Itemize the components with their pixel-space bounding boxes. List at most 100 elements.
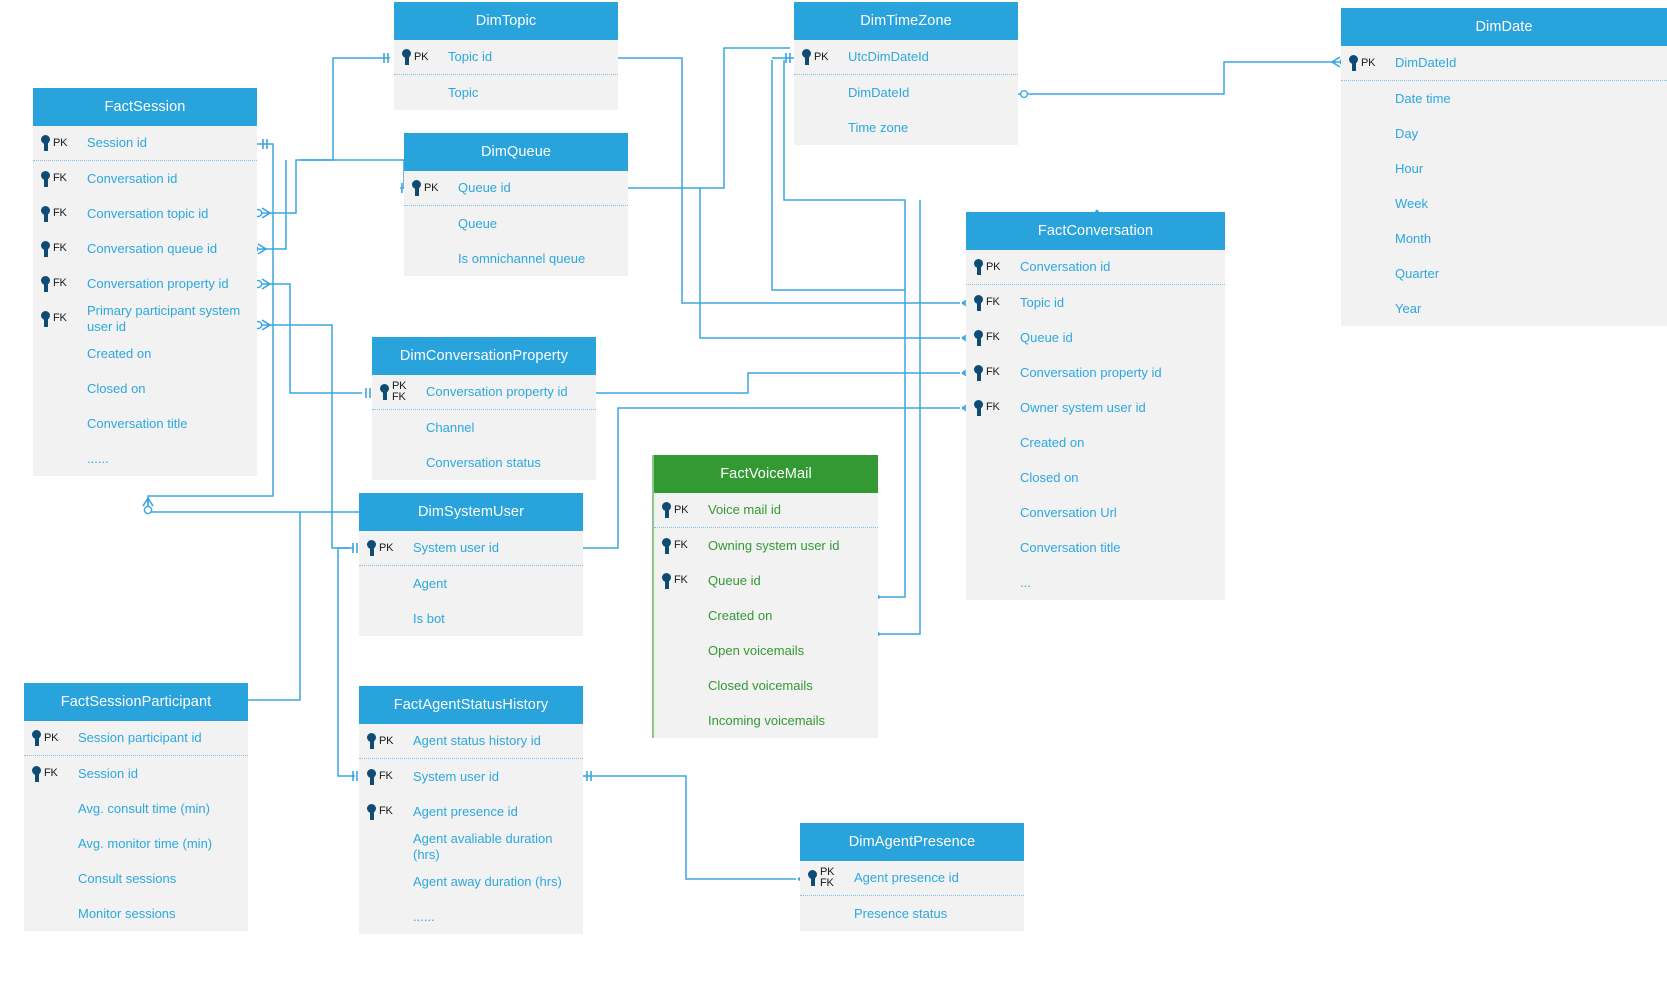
entity-dimdate[interactable]: DimDate PK DimDateId Date time Day Hour Week Mo…	[1341, 8, 1667, 326]
entity-factagentstatushistory[interactable]: FactAgentStatusHistory PK Agent status his…	[359, 686, 583, 934]
field-row[interactable]: FK Owning system user id	[654, 528, 878, 563]
field-row[interactable]: PK Session participant id	[24, 721, 248, 756]
field-row[interactable]: Hour	[1341, 151, 1667, 186]
field-row[interactable]: FK Primary participant system user id	[33, 301, 257, 336]
field-row[interactable]: PK UtcDimDateId	[794, 40, 1018, 75]
field-row[interactable]: Incoming voicemails	[654, 703, 878, 738]
field-row[interactable]: FK Conversation topic id	[33, 196, 257, 231]
field-ellipsis: ......	[87, 451, 109, 466]
field-row[interactable]: FK Agent presence id	[359, 794, 583, 829]
field-row[interactable]: PK Conversation id	[966, 250, 1225, 285]
field-row[interactable]: Avg. monitor time (min)	[24, 826, 248, 861]
field-row[interactable]: FK Conversation property id	[966, 355, 1225, 390]
entity-dimagentpresence[interactable]: DimAgentPresence PK FK Agent presence id Pre…	[800, 823, 1024, 931]
field-row[interactable]: FK System user id	[359, 759, 583, 794]
key-type-label: FK	[986, 296, 1000, 308]
field-row[interactable]: Date time	[1341, 81, 1667, 116]
field-name: Topic id	[1020, 294, 1065, 310]
field-name: Conversation property id	[426, 384, 568, 399]
key-cell: FK	[974, 364, 1020, 381]
field-row[interactable]: FK Queue id	[966, 320, 1225, 355]
entity-fields: PK Queue id Queue Is omnichannel queue	[404, 171, 628, 276]
key-cell: FK	[41, 205, 87, 222]
field-row[interactable]: FK Conversation queue id	[33, 231, 257, 266]
field-row[interactable]: PK FK Agent presence id	[800, 861, 1024, 896]
field-row[interactable]: Avg. consult time (min)	[24, 791, 248, 826]
key-icon	[1349, 55, 1360, 71]
field-row[interactable]: Is bot	[359, 601, 583, 636]
entity-fields: PK FK Agent presence id Presence status	[800, 861, 1024, 931]
field-row[interactable]: Conversation Url	[966, 495, 1225, 530]
field-ellipsis: ......	[413, 909, 435, 924]
field-row[interactable]: Agent	[359, 566, 583, 601]
key-type-label: PK	[674, 503, 689, 516]
field-row[interactable]: Agent avaliable duration (hrs)	[359, 829, 583, 864]
field-row[interactable]: Topic	[394, 75, 618, 110]
entity-title-dimtimezone: DimTimeZone	[794, 2, 1018, 40]
field-row[interactable]: Year	[1341, 291, 1667, 326]
field-row[interactable]: FK Owner system user id	[966, 390, 1225, 425]
key-cell: PK	[367, 540, 413, 556]
field-row[interactable]: Open voicemails	[654, 633, 878, 668]
field-row[interactable]: Closed voicemails	[654, 668, 878, 703]
field-row[interactable]: Conversation title	[966, 530, 1225, 565]
field-row[interactable]: DimDateId	[794, 75, 1018, 110]
field-row[interactable]: ......	[359, 899, 583, 934]
field-row[interactable]: Queue	[404, 206, 628, 241]
field-row[interactable]: FK Queue id	[654, 563, 878, 598]
field-row[interactable]: PK System user id	[359, 531, 583, 566]
key-cell: FK	[41, 275, 87, 292]
field-row[interactable]: PK Agent status history id	[359, 724, 583, 759]
field-row[interactable]: FK Conversation property id	[33, 266, 257, 301]
field-row[interactable]: ......	[33, 441, 257, 476]
entity-dimtimezone[interactable]: DimTimeZone PK UtcDimDateId DimDateId Time z…	[794, 2, 1018, 145]
field-row[interactable]: Conversation title	[33, 406, 257, 441]
key-icon	[802, 49, 813, 65]
field-row[interactable]: PK Topic id	[394, 40, 618, 75]
field-row[interactable]: PK FK Conversation property id	[372, 375, 596, 410]
field-row[interactable]: ...	[966, 565, 1225, 600]
field-row[interactable]: PK Voice mail id	[654, 493, 878, 528]
field-row[interactable]: Channel	[372, 410, 596, 445]
field-row[interactable]: Monitor sessions	[24, 896, 248, 931]
field-row[interactable]: Agent away duration (hrs)	[359, 864, 583, 899]
key-cell: FK	[41, 310, 87, 327]
entity-dimtopic[interactable]: DimTopic PK Topic id Topic	[394, 2, 618, 110]
field-row[interactable]: Closed on	[966, 460, 1225, 495]
field-row[interactable]: Is omnichannel queue	[404, 241, 628, 276]
entity-title-dimdate: DimDate	[1341, 8, 1667, 46]
field-row[interactable]: Created on	[966, 425, 1225, 460]
key-type-label: FK	[986, 366, 1000, 378]
key-cell: FK	[662, 572, 708, 589]
field-row[interactable]: Consult sessions	[24, 861, 248, 896]
entity-factsession[interactable]: FactSession PK Session id FK Conversation id…	[33, 88, 257, 476]
entity-title-dimqueue: DimQueue	[404, 133, 628, 171]
field-row[interactable]: PK Session id	[33, 126, 257, 161]
field-name: System user id	[413, 768, 499, 784]
entity-dimqueue[interactable]: DimQueue PK Queue id Queue Is omnichannel qu…	[404, 133, 628, 276]
field-row[interactable]: Presence status	[800, 896, 1024, 931]
entity-dimconversationproperty[interactable]: DimConversationProperty PK FK Conversation …	[372, 337, 596, 480]
field-name: DimDateId	[1395, 55, 1457, 70]
field-row[interactable]: FK Topic id	[966, 285, 1225, 320]
entity-dimsystemuser[interactable]: DimSystemUser PK System user id Agent Is bot	[359, 493, 583, 636]
field-row[interactable]: Created on	[654, 598, 878, 633]
field-row[interactable]: Month	[1341, 221, 1667, 256]
field-row[interactable]: Closed on	[33, 371, 257, 406]
field-row[interactable]: FK Conversation id	[33, 161, 257, 196]
field-row[interactable]: FK Session id	[24, 756, 248, 791]
field-row[interactable]: Time zone	[794, 110, 1018, 145]
field-name: Conversation queue id	[87, 240, 218, 256]
entity-factvoicemail[interactable]: FactVoiceMail PK Voice mail id FK Owning sys…	[652, 455, 878, 738]
entity-factsessionparticipant[interactable]: FactSessionParticipant PK Session particip…	[24, 683, 248, 931]
field-row[interactable]: Conversation status	[372, 445, 596, 480]
field-row[interactable]: Week	[1341, 186, 1667, 221]
entity-title-factsession: FactSession	[33, 88, 257, 126]
field-row[interactable]: PK Queue id	[404, 171, 628, 206]
field-row[interactable]: Day	[1341, 116, 1667, 151]
entity-factconversation[interactable]: FactConversation PK Conversation id FK Topic…	[966, 212, 1225, 600]
field-row[interactable]: Created on	[33, 336, 257, 371]
field-row[interactable]: Quarter	[1341, 256, 1667, 291]
field-row[interactable]: PK DimDateId	[1341, 46, 1667, 81]
key-type-label: FK	[674, 574, 688, 586]
